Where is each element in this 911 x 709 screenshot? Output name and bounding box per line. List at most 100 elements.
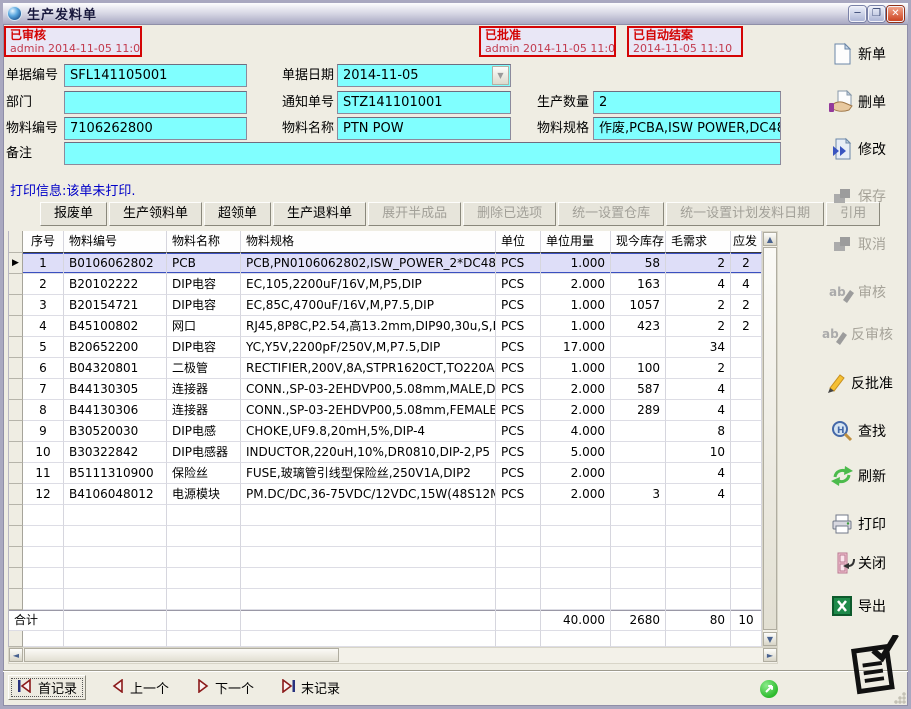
- horizontal-scroll-thumb[interactable]: [24, 648, 339, 662]
- export-excel-button[interactable]: 导出: [806, 590, 908, 622]
- app-window: 生产发料单 ─ ❐ ✕ 已审核 admin 2014-11-05 11:04 已…: [0, 0, 911, 709]
- prev-record-button[interactable]: 上一个: [103, 675, 177, 700]
- print-info-text: 打印信息:该单未打印.: [10, 180, 136, 199]
- table-row[interactable]: ▶1B0106062802PCBPCB,PN0106062802,ISW_POW…: [9, 253, 762, 274]
- cell-seq: 2: [23, 274, 64, 295]
- table-row[interactable]: 7B44130305连接器CONN.,SP-03-2EHDVP00,5.08mm…: [9, 379, 762, 400]
- table-row[interactable]: 3B20154721DIP电容EC,85C,4700uF/16V,M,P7.5,…: [9, 295, 762, 316]
- first-record-button[interactable]: 首记录: [8, 675, 86, 700]
- cell-code: B30520030: [64, 421, 167, 442]
- print-button[interactable]: 打印: [806, 508, 908, 540]
- cell-seq: 8: [23, 400, 64, 421]
- cell-unit: PCS: [496, 358, 541, 379]
- next-record-icon: [196, 679, 210, 697]
- scroll-left-icon[interactable]: ◄: [9, 648, 23, 662]
- tab-button[interactable]: 生产退料单: [273, 202, 366, 226]
- new-doc-button[interactable]: 新单: [806, 38, 908, 70]
- scroll-right-icon[interactable]: ►: [763, 648, 777, 662]
- vertical-scrollbar[interactable]: ▲ ▼: [762, 231, 778, 647]
- empty-cell: [496, 547, 541, 568]
- table-row[interactable]: 12B4106048012电源模块PM.DC/DC,36-75VDC/12VDC…: [9, 484, 762, 505]
- table-row[interactable]: 5B20652200DIP电容YC,Y5V,2200pF/250V,M,P7.5…: [9, 337, 762, 358]
- empty-cell: [611, 568, 666, 589]
- tab-button[interactable]: 报废单: [40, 202, 107, 226]
- close-button[interactable]: ✕: [887, 6, 904, 22]
- table-row[interactable]: 11B5111310900保险丝FUSE,玻璃管引线型保险丝,250V1A,DI…: [9, 463, 762, 484]
- cell-name: 二极管: [167, 358, 241, 379]
- delete-doc-button[interactable]: 删单: [806, 86, 908, 118]
- cell-usage: 1.000: [541, 295, 611, 316]
- svg-text:ab: ab: [822, 327, 839, 341]
- tab-button-row: 报废单生产领料单超领单生产退料单展开半成品删除已选项统一设置仓库统一设置计划发料…: [40, 202, 880, 226]
- table-row[interactable]: 8B44130306连接器CONN.,SP-03-2EHDVP00,5.08mm…: [9, 400, 762, 421]
- save-icon: [828, 184, 855, 208]
- tab-button[interactable]: 超领单: [204, 202, 271, 226]
- save-button: 保存: [806, 180, 908, 212]
- cell-code: B4106048012: [64, 484, 167, 505]
- doc-date-value: 2014-11-05: [343, 68, 419, 83]
- maximize-button[interactable]: ❐: [868, 6, 885, 22]
- cell-issue: [731, 379, 762, 400]
- empty-cell: [167, 589, 241, 610]
- notice-no-field[interactable]: STZ141101001: [337, 91, 511, 114]
- prod-qty-field[interactable]: 2: [593, 91, 781, 114]
- cell-issue: [731, 337, 762, 358]
- minimize-button[interactable]: ─: [849, 6, 866, 22]
- cell-spec: RJ45,8P8C,P2.54,高13.2mm,DIP90,30u,S,D: [241, 316, 496, 337]
- row-selector: [9, 589, 23, 610]
- stamp-title: 已自动结案: [633, 28, 737, 42]
- search-button[interactable]: H查找: [806, 415, 908, 447]
- cell-gross: 2: [666, 295, 731, 316]
- nav-button-label: 末记录: [301, 678, 340, 697]
- tab-button: 统一设置计划发料日期: [666, 202, 824, 226]
- modify-doc-button[interactable]: 修改: [806, 133, 908, 165]
- empty-cell: [496, 505, 541, 526]
- material-table: 序号物料编号物料名称物料规格单位单位用量现今库存毛需求应发▶1B01060628…: [8, 231, 762, 647]
- empty-cell: [731, 631, 762, 647]
- cell-name: PCB: [167, 253, 241, 274]
- empty-row: [9, 547, 762, 568]
- resize-grip[interactable]: [894, 692, 906, 704]
- table-row[interactable]: 10B30322842DIP电感器INDUCTOR,220uH,10%,DR08…: [9, 442, 762, 463]
- cell-gross: 4: [666, 484, 731, 505]
- chevron-down-icon[interactable]: ▼: [492, 66, 509, 85]
- row-selector: [9, 484, 23, 505]
- horizontal-scrollbar[interactable]: ◄ ►: [8, 647, 778, 664]
- material-no-field[interactable]: 7106262800: [64, 117, 247, 140]
- empty-cell: [666, 589, 731, 610]
- remark-field[interactable]: [64, 142, 781, 165]
- material-spec-field[interactable]: 作废,PCBA,ISW POWER,DC48\: [593, 117, 781, 140]
- empty-cell: [23, 631, 64, 647]
- unapprove-pencil-button[interactable]: 反批准: [806, 367, 908, 399]
- column-header: 现今库存: [611, 231, 666, 253]
- cell-unit: PCS: [496, 484, 541, 505]
- table-row[interactable]: 4B45100802网口RJ45,8P8C,P2.54,高13.2mm,DIP9…: [9, 316, 762, 337]
- table-header-row: 序号物料编号物料名称物料规格单位单位用量现今库存毛需求应发: [9, 231, 762, 253]
- scroll-up-icon[interactable]: ▲: [763, 232, 777, 246]
- last-record-button[interactable]: 末记录: [272, 675, 348, 700]
- row-selector: [9, 463, 23, 484]
- empty-cell: [241, 547, 496, 568]
- vertical-scroll-thumb[interactable]: [763, 247, 777, 630]
- doc-no-field[interactable]: SFL141105001: [64, 64, 247, 87]
- audited-stamp: 已审核 admin 2014-11-05 11:04: [4, 26, 142, 57]
- refresh-button[interactable]: 刷新: [806, 460, 908, 492]
- table-row[interactable]: 2B20102222DIP电容EC,105,2200uF/16V,M,P5,DI…: [9, 274, 762, 295]
- department-field[interactable]: [64, 91, 247, 114]
- cell-gross: 34: [666, 337, 731, 358]
- empty-cell: [731, 589, 762, 610]
- table-row[interactable]: 6B04320801二极管RECTIFIER,200V,8A,STPR1620C…: [9, 358, 762, 379]
- empty-cell: [541, 547, 611, 568]
- doc-date-field[interactable]: 2014-11-05 ▼: [337, 64, 511, 87]
- unaudit-button: ab反审核: [806, 318, 908, 350]
- remark-label: 备注: [6, 142, 32, 165]
- next-record-button[interactable]: 下一个: [188, 675, 262, 700]
- close-door-button[interactable]: 关闭: [806, 547, 908, 579]
- scroll-down-icon[interactable]: ▼: [763, 632, 777, 646]
- divider: [3, 670, 908, 672]
- table-row[interactable]: 9B30520030DIP电感CHOKE,UF9.8,20mH,5%,DIP-4…: [9, 421, 762, 442]
- empty-cell: [241, 526, 496, 547]
- nav-button-label: 下一个: [215, 678, 254, 697]
- tab-button[interactable]: 生产领料单: [109, 202, 202, 226]
- material-name-field[interactable]: PTN POW: [337, 117, 511, 140]
